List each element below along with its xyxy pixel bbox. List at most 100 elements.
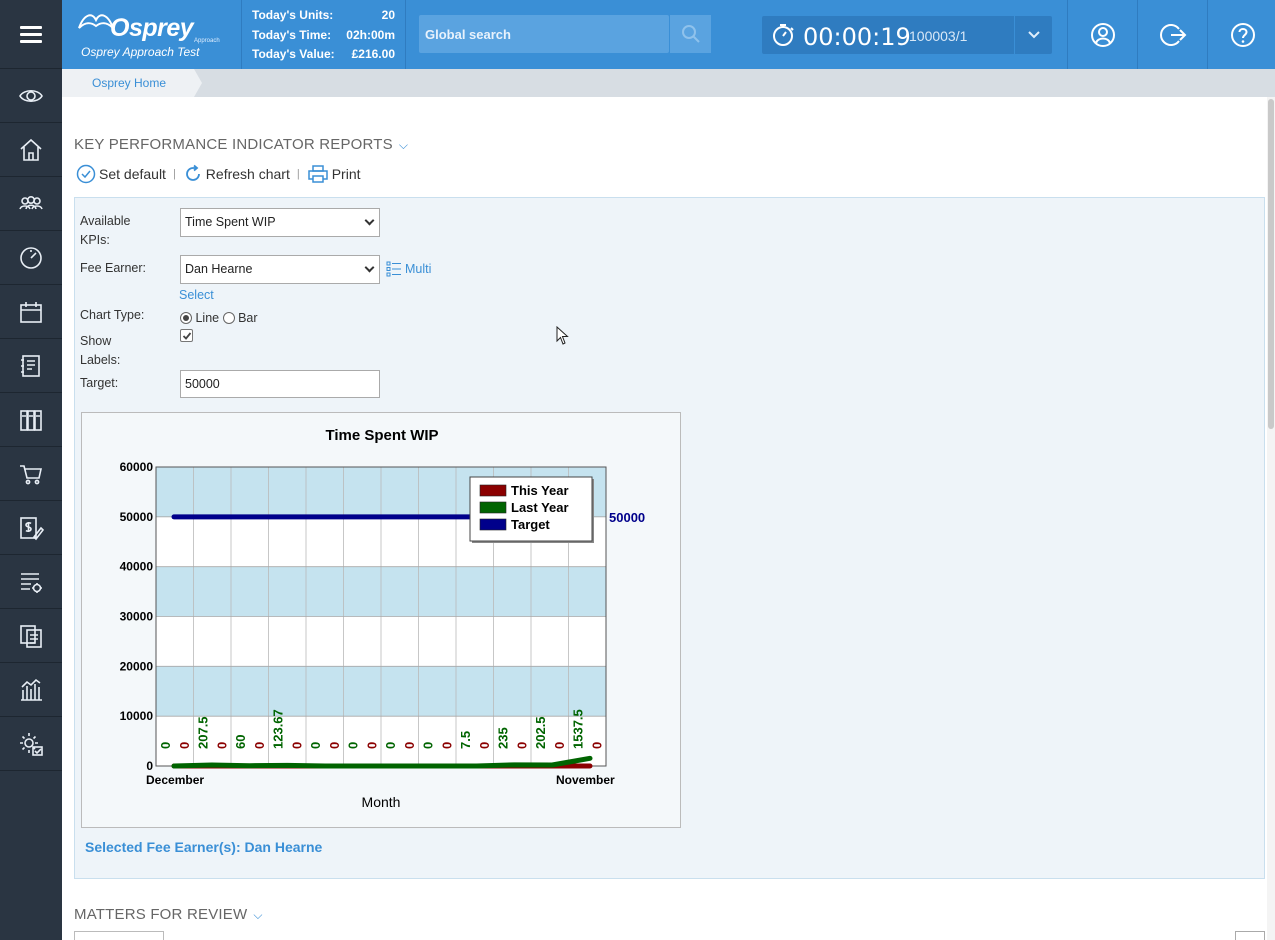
- breadcrumb-home-link[interactable]: Osprey Home: [62, 69, 194, 97]
- print-button[interactable]: Print: [307, 164, 361, 184]
- point-label: 1537.5: [571, 709, 586, 749]
- help-button[interactable]: [1207, 0, 1275, 69]
- chart-type-label: Chart Type:: [80, 306, 144, 325]
- point-label: 0: [440, 742, 455, 749]
- time-recorder[interactable]: 00:00:19 100003/1: [762, 16, 1052, 54]
- multi-label: Multi: [405, 262, 431, 276]
- kpi-section-header[interactable]: KEY PERFORMANCE INDICATOR REPORTS⌵: [74, 136, 408, 153]
- timer-dropdown-button[interactable]: [1014, 16, 1052, 54]
- reports-chart-icon: [17, 676, 45, 704]
- y-tick-label: 10000: [120, 709, 154, 723]
- sidebar: [0, 0, 62, 940]
- check-circle-icon: [76, 164, 96, 184]
- chart-title: Time Spent WIP: [325, 427, 438, 444]
- action-separator: |: [173, 168, 176, 180]
- matters-view-button[interactable]: [1235, 931, 1265, 940]
- kpi-panel: Available KPIs: Time Spent WIP Fee Earne…: [74, 197, 1265, 879]
- target-input[interactable]: [180, 370, 380, 398]
- ledger-icon: [17, 352, 45, 380]
- stat-value-row: Today's Value:£216.00: [252, 47, 395, 67]
- chevron-down-icon: ⌵: [399, 138, 408, 152]
- point-label: 0: [421, 742, 436, 749]
- point-label: 0: [308, 742, 323, 749]
- select-link[interactable]: Select: [179, 288, 214, 302]
- cart-icon: [17, 460, 45, 488]
- timer-display: 00:00:19: [803, 23, 911, 51]
- chart-type-line-radio[interactable]: [180, 312, 192, 324]
- point-label: 207.5: [196, 716, 211, 749]
- settings-list-icon: [17, 568, 45, 596]
- point-label: 0: [158, 742, 173, 749]
- sidebar-item-library[interactable]: [0, 393, 62, 447]
- chart-type-bar-radio[interactable]: [223, 312, 235, 324]
- y-tick-label: 30000: [120, 610, 154, 624]
- matters-section-header[interactable]: MATTERS FOR REVIEW⌵: [74, 906, 263, 923]
- calendar-icon: [17, 298, 45, 326]
- chevron-down-icon: [365, 263, 375, 273]
- books-icon: [17, 406, 45, 434]
- point-label: 0: [590, 742, 605, 749]
- sidebar-item-dashboard[interactable]: [0, 231, 62, 285]
- sidebar-item-overview[interactable]: [0, 69, 62, 123]
- sidebar-item-matters[interactable]: [0, 339, 62, 393]
- sidebar-item-home[interactable]: [0, 123, 62, 177]
- sidebar-item-contacts[interactable]: [0, 177, 62, 231]
- point-label: 0: [290, 742, 305, 749]
- logout-button[interactable]: [1137, 0, 1207, 69]
- global-search-input[interactable]: [419, 15, 669, 53]
- refresh-chart-button[interactable]: Refresh chart: [183, 164, 290, 184]
- chevron-down-icon: [365, 216, 375, 226]
- point-label: 235: [496, 727, 511, 749]
- eye-icon: [17, 82, 45, 110]
- sidebar-item-documents[interactable]: [0, 609, 62, 663]
- sidebar-item-purchases[interactable]: [0, 447, 62, 501]
- stat-label: Today's Units:: [252, 8, 333, 28]
- show-labels-label: Show Labels:: [80, 332, 140, 370]
- kpi-chart-svg: Time Spent WIP01000020000300004000050000…: [82, 413, 680, 827]
- sidebar-item-billing[interactable]: [0, 501, 62, 555]
- refresh-chart-label: Refresh chart: [206, 166, 290, 182]
- point-label: 123.67: [271, 709, 286, 749]
- list-icon: [386, 261, 402, 277]
- set-default-button[interactable]: Set default: [76, 164, 166, 184]
- point-label: 60: [233, 735, 248, 749]
- sidebar-item-configuration[interactable]: [0, 555, 62, 609]
- show-labels-checkbox[interactable]: [180, 329, 193, 342]
- refresh-icon: [183, 164, 203, 184]
- top-header: Osprey Approach Osprey Approach Test Tod…: [62, 0, 1275, 69]
- set-default-label: Set default: [99, 166, 166, 182]
- point-label: 0: [252, 742, 267, 749]
- stat-value: 02h:00m: [346, 28, 395, 48]
- menu-toggle-button[interactable]: [0, 0, 62, 69]
- selected-fee-earners: Selected Fee Earner(s): Dan Hearne: [85, 839, 322, 855]
- main-scrollbar[interactable]: [1267, 97, 1275, 940]
- sidebar-item-reports[interactable]: [0, 663, 62, 717]
- available-kpis-label: Available KPIs:: [80, 212, 150, 250]
- user-profile-button[interactable]: [1067, 0, 1137, 69]
- matters-tab[interactable]: [74, 931, 164, 940]
- help-icon: [1229, 21, 1257, 49]
- available-kpis-select[interactable]: Time Spent WIP: [180, 208, 380, 237]
- mouse-cursor-icon: [556, 326, 570, 346]
- sidebar-item-admin[interactable]: [0, 717, 62, 771]
- multi-select-button[interactable]: Multi: [386, 261, 431, 277]
- breadcrumb: Osprey Home: [62, 69, 1275, 97]
- point-label: 0: [552, 742, 567, 749]
- logout-icon: [1159, 21, 1187, 49]
- available-kpis-value: Time Spent WIP: [185, 215, 276, 229]
- legend-label: Last Year: [511, 500, 569, 515]
- sidebar-item-diary[interactable]: [0, 285, 62, 339]
- user-icon: [1089, 21, 1117, 49]
- app-root: Osprey Approach Osprey Approach Test Tod…: [0, 0, 1275, 940]
- fee-earner-label: Fee Earner:: [80, 259, 146, 278]
- fee-earner-select[interactable]: Dan Hearne: [180, 255, 380, 284]
- y-tick-label: 20000: [120, 659, 154, 673]
- today-stats: Today's Units:20 Today's Time:02h:00m To…: [242, 0, 406, 69]
- search-button[interactable]: [669, 15, 711, 53]
- scrollbar-thumb[interactable]: [1268, 99, 1274, 429]
- point-label: 0: [215, 742, 230, 749]
- y-tick-label: 0: [146, 759, 153, 773]
- osprey-logo[interactable]: Osprey Approach Osprey Approach Test: [62, 0, 242, 69]
- timer-matter-code: 100003/1: [909, 28, 967, 44]
- documents-icon: [17, 622, 45, 650]
